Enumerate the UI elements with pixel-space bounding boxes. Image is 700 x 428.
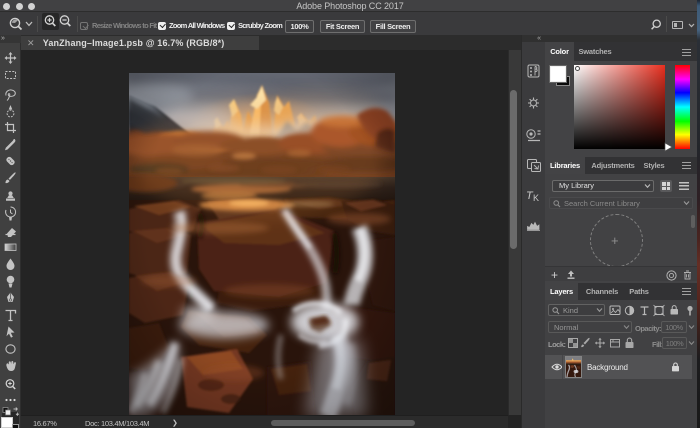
svg-text:K: K xyxy=(533,193,539,203)
